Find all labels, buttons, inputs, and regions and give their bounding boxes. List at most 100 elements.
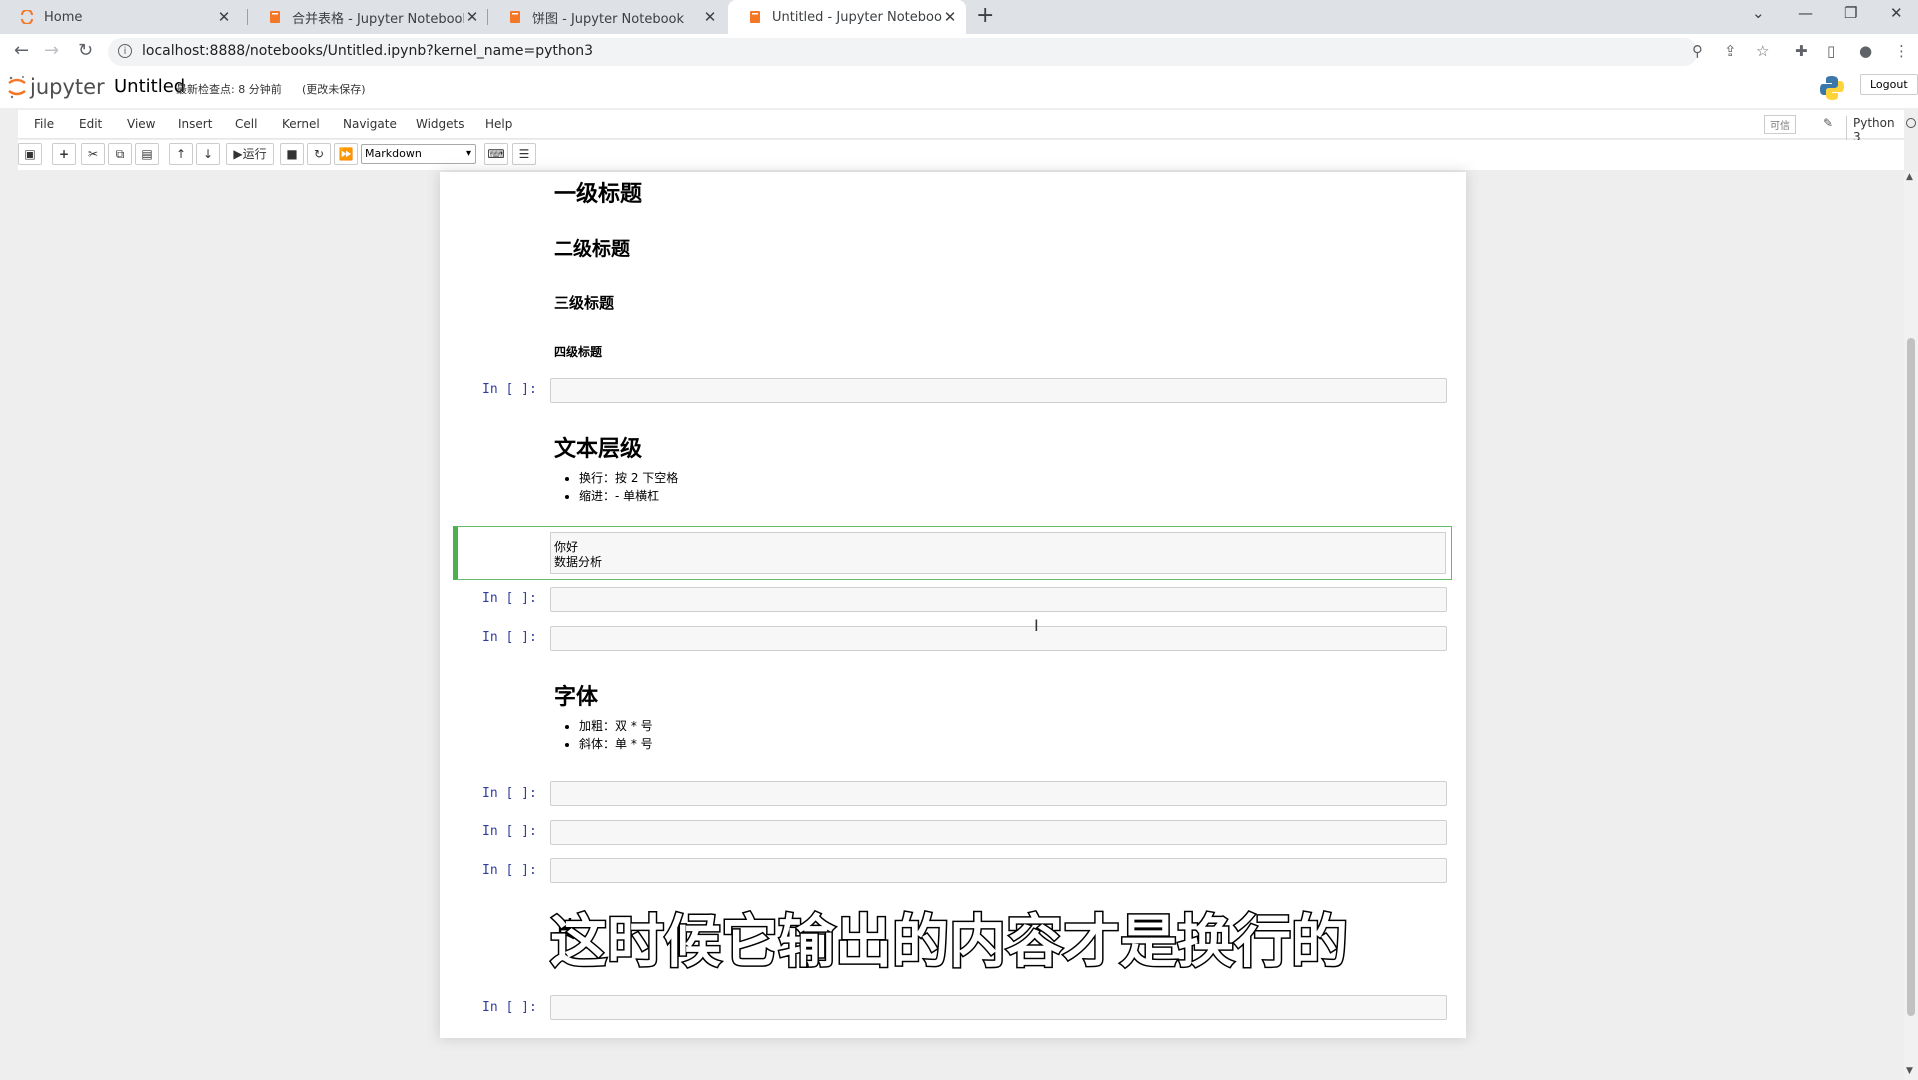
input-prompt: In [ ]: xyxy=(482,382,537,397)
input-prompt: In [ ]: xyxy=(482,630,537,645)
jupyter-logo-icon xyxy=(8,76,26,99)
cut-icon[interactable]: ✂ xyxy=(81,143,105,165)
restart-run-all-icon[interactable]: ⏩ xyxy=(334,143,358,165)
tab-search-chevron-icon[interactable]: ⌄ xyxy=(1752,4,1765,22)
tab-untitled[interactable]: Untitled - Jupyter Notebook ✕ xyxy=(728,0,966,34)
code-cell-input[interactable] xyxy=(550,820,1447,845)
markdown-heading-font: 字体 xyxy=(554,685,599,710)
menu-widgets[interactable]: Widgets xyxy=(416,117,465,131)
tab-merge-table[interactable]: 合并表格 - Jupyter Notebook ✕ xyxy=(248,0,488,34)
browser-tab-bar: Home ✕ 合并表格 - Jupyter Notebook ✕ 饼图 - Ju… xyxy=(0,0,1918,34)
checkpoint-status: 最新检查点: 8 分钟前 xyxy=(176,83,282,96)
markdown-list: 加粗：双 * 号 斜体：单 * 号 xyxy=(560,717,653,753)
input-prompt: In [ ]: xyxy=(482,1000,537,1015)
menu-edit[interactable]: Edit xyxy=(79,117,102,131)
extensions-icon[interactable]: ✚ xyxy=(1795,42,1808,60)
close-window-icon[interactable]: ✕ xyxy=(1890,4,1903,22)
move-down-icon[interactable]: ↓ xyxy=(196,143,220,165)
close-tab-icon[interactable]: ✕ xyxy=(216,8,232,26)
code-cell-input[interactable] xyxy=(550,587,1447,612)
menu-view[interactable]: View xyxy=(127,117,155,131)
input-prompt: In [ ]: xyxy=(482,591,537,606)
chevron-down-icon: ▾ xyxy=(465,148,471,159)
menu-file[interactable]: File xyxy=(34,117,54,131)
scroll-down-arrow-icon[interactable]: ▼ xyxy=(1906,1066,1913,1076)
jupyter-header: jupyter Untitled 最新检查点: 8 分钟前 (更改未保存) Lo… xyxy=(0,70,1918,108)
menu-cell[interactable]: Cell xyxy=(235,117,257,131)
reload-icon[interactable]: ↻ xyxy=(78,40,93,61)
tab-title: 合并表格 - Jupyter Notebook xyxy=(292,11,464,27)
restart-icon[interactable]: ↻ xyxy=(307,143,331,165)
tab-home[interactable]: Home ✕ xyxy=(0,0,240,34)
tab-title: 饼图 - Jupyter Notebook xyxy=(532,11,685,27)
list-item: 斜体：单 * 号 xyxy=(579,735,653,753)
minimize-icon[interactable]: — xyxy=(1798,4,1813,22)
tab-pie-chart[interactable]: 饼图 - Jupyter Notebook ✕ xyxy=(488,0,726,34)
zoom-icon[interactable]: ⚲ xyxy=(1692,42,1703,60)
command-palette-icon[interactable]: ⌨ xyxy=(484,143,508,165)
list-item: 加粗：双 * 号 xyxy=(579,717,653,735)
cell-toolbar-list-icon[interactable]: ☰ xyxy=(512,143,536,165)
menu-insert[interactable]: Insert xyxy=(178,117,212,131)
new-tab-icon[interactable]: + xyxy=(976,3,994,28)
input-prompt: In [ ]: xyxy=(482,824,537,839)
browser-menu-icon[interactable]: ⋮ xyxy=(1894,42,1909,60)
copy-icon[interactable]: ⧉ xyxy=(108,143,132,165)
scrollbar-thumb[interactable] xyxy=(1907,338,1915,1016)
python-logo-icon xyxy=(1820,76,1844,100)
markdown-h1: 一级标题 xyxy=(554,182,643,207)
tab-title: Untitled - Jupyter Notebook xyxy=(772,9,942,25)
video-subtitle: 这时候它输出的内容才是换行的 xyxy=(549,908,1350,977)
cell-type-value: Markdown xyxy=(365,147,422,160)
insert-cell-icon[interactable]: + xyxy=(52,143,76,165)
code-cell-input[interactable] xyxy=(550,858,1447,883)
edit-pencil-icon[interactable]: ✎ xyxy=(1823,116,1833,130)
address-bar-row: ← → ↻ i localhost:8888/notebooks/Untitle… xyxy=(0,34,1918,71)
notebook-icon xyxy=(750,11,760,23)
profile-avatar-icon[interactable]: ● xyxy=(1859,42,1872,60)
url-bar[interactable]: i localhost:8888/notebooks/Untitled.ipyn… xyxy=(108,38,1698,66)
autosave-status: (更改未保存) xyxy=(302,83,366,96)
url-text[interactable]: localhost:8888/notebooks/Untitled.ipynb?… xyxy=(142,43,593,59)
menu-help[interactable]: Help xyxy=(485,117,512,131)
logo-text: jupyter xyxy=(30,75,105,99)
menu-kernel[interactable]: Kernel xyxy=(282,117,320,131)
close-tab-icon[interactable]: ✕ xyxy=(464,8,480,26)
input-prompt: In [ ]: xyxy=(482,786,537,801)
markdown-h2: 二级标题 xyxy=(554,238,631,260)
markdown-heading-text-levels: 文本层级 xyxy=(554,437,643,462)
code-cell-input[interactable] xyxy=(550,626,1447,651)
play-icon: ▶ xyxy=(233,147,243,161)
markdown-editor[interactable] xyxy=(550,532,1446,574)
code-cell-input[interactable] xyxy=(550,781,1447,806)
logout-button[interactable]: Logout xyxy=(1860,74,1918,95)
bookmark-star-icon[interactable]: ☆ xyxy=(1756,42,1769,60)
markdown-h4: 四级标题 xyxy=(554,345,603,359)
jupyter-logo[interactable]: jupyter xyxy=(8,74,105,100)
close-tab-icon[interactable]: ✕ xyxy=(942,8,958,26)
interrupt-icon[interactable]: ■ xyxy=(280,143,304,165)
trusted-badge[interactable]: 可信 xyxy=(1764,115,1796,134)
run-button[interactable]: ▶运行 xyxy=(226,143,274,165)
cell-type-select[interactable]: Markdown ▾ xyxy=(361,144,476,164)
jupyter-logo-icon xyxy=(21,10,33,24)
paste-icon[interactable]: ▤ xyxy=(135,143,159,165)
notebook-icon xyxy=(270,11,280,23)
code-cell-input[interactable] xyxy=(550,378,1447,403)
scroll-up-arrow-icon[interactable]: ▲ xyxy=(1906,172,1913,182)
close-tab-icon[interactable]: ✕ xyxy=(702,8,718,26)
markdown-list: 换行：按 2 下空格 缩进：- 单横杠 xyxy=(560,469,678,505)
save-icon[interactable]: ▣ xyxy=(18,143,42,165)
move-up-icon[interactable]: ↑ xyxy=(169,143,193,165)
back-icon[interactable]: ← xyxy=(14,40,29,61)
side-panel-icon[interactable]: ▯ xyxy=(1827,42,1835,60)
share-icon[interactable]: ⇪ xyxy=(1724,42,1737,60)
menu-navigate[interactable]: Navigate xyxy=(343,117,397,131)
code-cell-input[interactable] xyxy=(550,995,1447,1020)
notebook-name[interactable]: Untitled xyxy=(114,76,185,97)
info-icon[interactable]: i xyxy=(118,44,132,58)
restore-icon[interactable]: ❐ xyxy=(1844,4,1857,22)
forward-icon[interactable]: → xyxy=(44,40,59,61)
run-label: 运行 xyxy=(242,147,267,161)
text-cursor-icon: I xyxy=(1034,616,1039,635)
